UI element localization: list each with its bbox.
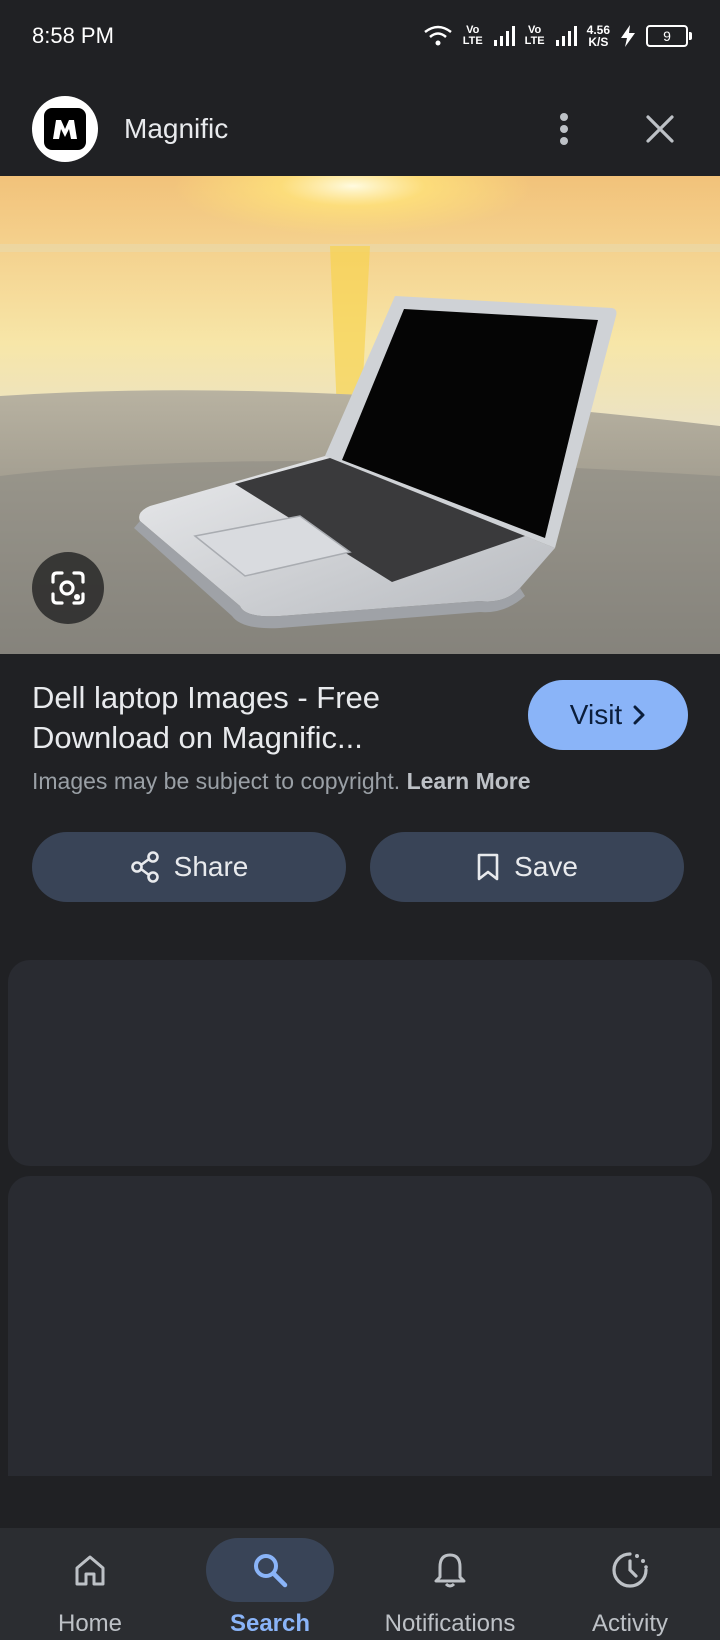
battery-icon: 9 bbox=[646, 25, 692, 47]
nav-search[interactable]: Search bbox=[180, 1528, 360, 1640]
nav-home-label: Home bbox=[57, 1610, 123, 1637]
nav-activity-label: Activity bbox=[591, 1610, 668, 1637]
status-bar: 8:58 PM Vo LTE Vo LTE 4.56 K/S 9 bbox=[0, 0, 720, 72]
status-icons: Vo LTE Vo LTE 4.56 K/S 9 bbox=[423, 23, 692, 49]
status-time: 8:58 PM bbox=[32, 23, 114, 48]
bookmark-icon bbox=[477, 853, 499, 881]
signal-icon-1 bbox=[493, 26, 515, 46]
wifi-icon bbox=[423, 25, 452, 46]
nav-home[interactable]: Home bbox=[0, 1528, 180, 1640]
share-label: Share bbox=[173, 851, 249, 882]
nav-notifications[interactable]: Notifications bbox=[360, 1528, 540, 1640]
visit-button[interactable]: Visit bbox=[528, 680, 688, 750]
site-name[interactable]: Magnific bbox=[124, 113, 536, 145]
nav-search-label: Search bbox=[229, 1610, 311, 1637]
loading-card-2 bbox=[8, 1176, 712, 1476]
result-header: Magnific bbox=[0, 84, 720, 174]
share-button[interactable]: Share bbox=[32, 832, 346, 902]
battery-level: 9 bbox=[663, 28, 671, 44]
chevron-right-icon bbox=[633, 705, 645, 725]
charging-icon bbox=[621, 25, 635, 47]
learn-more-link[interactable]: Learn More bbox=[407, 768, 531, 794]
save-label: Save bbox=[514, 851, 578, 882]
copyright-text: Images may be subject to copyright. bbox=[32, 768, 401, 794]
result-title[interactable]: Dell laptop Images - Free Download on Ma… bbox=[32, 678, 492, 758]
network-speed: 4.56 K/S bbox=[586, 23, 610, 49]
volte-label-2: Vo LTE bbox=[524, 24, 545, 47]
result-image[interactable] bbox=[0, 176, 720, 654]
share-icon bbox=[130, 851, 159, 883]
copyright-notice: Images may be subject to copyright. Lear… bbox=[32, 768, 531, 795]
loading-card-1 bbox=[8, 960, 712, 1166]
close-icon[interactable] bbox=[632, 101, 688, 157]
home-icon bbox=[75, 1555, 105, 1586]
more-vert-icon[interactable] bbox=[536, 101, 592, 157]
nav-activity[interactable]: Activity bbox=[540, 1528, 720, 1640]
bottom-nav: Home Search Notifications Activity bbox=[0, 1528, 720, 1640]
volte-label-1: Vo LTE bbox=[462, 24, 483, 47]
activity-icon bbox=[612, 1552, 648, 1588]
search-icon bbox=[254, 1554, 288, 1588]
magnific-logo-icon[interactable] bbox=[32, 96, 98, 162]
bell-icon bbox=[434, 1553, 466, 1588]
save-button[interactable]: Save bbox=[370, 832, 684, 902]
google-lens-icon[interactable] bbox=[32, 552, 104, 624]
signal-icon-2 bbox=[555, 26, 577, 46]
visit-label: Visit bbox=[569, 699, 623, 730]
nav-notifications-label: Notifications bbox=[384, 1610, 516, 1637]
